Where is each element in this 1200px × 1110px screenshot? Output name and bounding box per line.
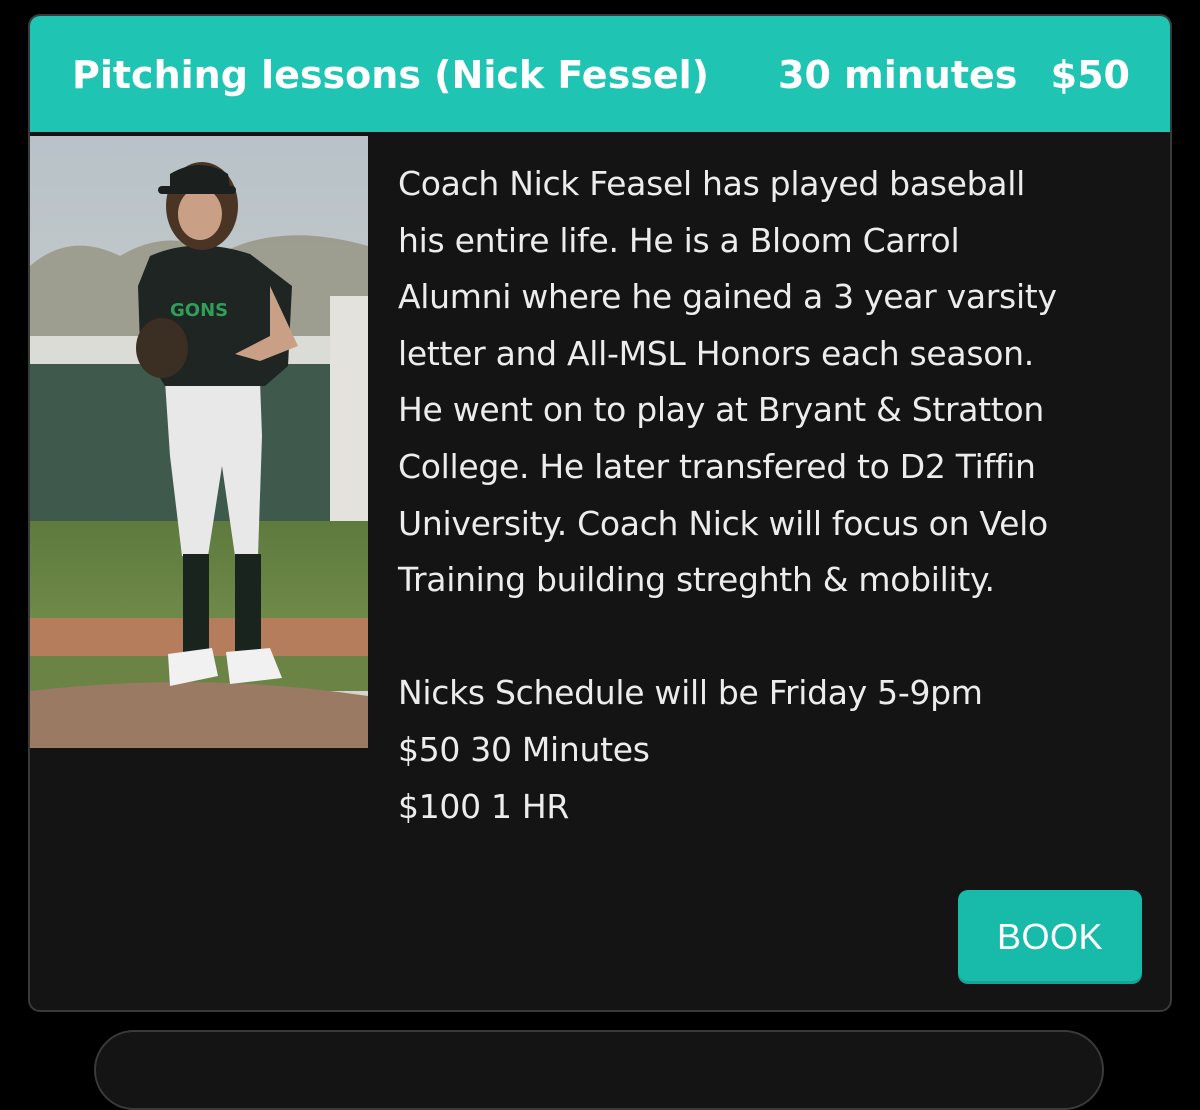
rate-30-minutes: $50 30 Minutes [398, 729, 650, 769]
description-line: letter and All-MSL Honors each season. [398, 333, 1034, 373]
lesson-title: Pitching lessons (Nick Fessel) [72, 53, 709, 97]
description-line: University. Coach Nick will focus on Vel… [398, 503, 1048, 543]
lesson-description: Coach Nick Feasel has played baseball hi… [398, 156, 1138, 835]
next-card-edge [94, 1030, 1104, 1110]
lesson-duration: 30 minutes [778, 53, 1018, 97]
book-button[interactable]: BOOK [958, 890, 1142, 984]
lesson-card: Pitching lessons (Nick Fessel) 30 minute… [28, 14, 1172, 1012]
description-line: Coach Nick Feasel has played baseball [398, 164, 1025, 203]
lesson-header: Pitching lessons (Nick Fessel) 30 minute… [30, 16, 1170, 132]
description-line: his entire life. He is a Bloom Carrol [398, 220, 960, 260]
lesson-price: $50 [1050, 53, 1130, 97]
description-line: College. He later transfered to D2 Tiffi… [398, 446, 1036, 486]
schedule-text: Nicks Schedule will be Friday 5-9pm [398, 673, 983, 713]
coach-photo: GONS [30, 136, 368, 748]
rate-1-hour: $100 1 HR [398, 786, 570, 826]
jersey-lettering: GONS [170, 300, 228, 321]
description-line: Alumni where he gained a 3 year varsity [398, 277, 1057, 317]
description-line: He went on to play at Bryant & Stratton [398, 390, 1044, 430]
description-line: Training building streghth & mobility. [398, 560, 995, 600]
